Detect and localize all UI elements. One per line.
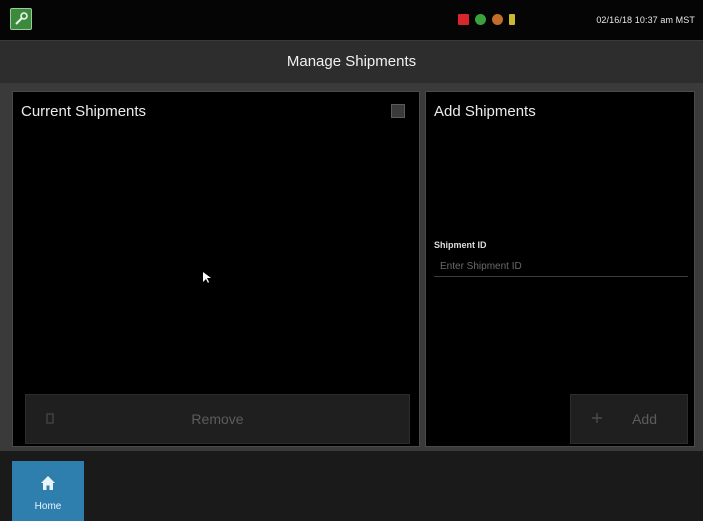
main-area: Current Shipments Remove Add Shipments S… [0, 83, 703, 451]
add-shipments-panel: Add Shipments Shipment ID Add [425, 91, 695, 447]
pointer-icon [203, 272, 211, 283]
signal-icon [509, 14, 515, 25]
add-shipments-title: Add Shipments [434, 103, 536, 120]
page-title: Manage Shipments [286, 53, 417, 70]
title-bar: Manage Shipments [0, 40, 703, 84]
home-button[interactable]: Home [12, 461, 84, 521]
remove-button-label: Remove [191, 411, 244, 427]
plus-icon [592, 413, 602, 423]
alert-icon [458, 14, 469, 25]
bottom-nav: Home [0, 451, 703, 521]
add-button-label: Add [632, 411, 657, 427]
wrench-icon[interactable] [10, 8, 32, 30]
current-shipments-title: Current Shipments [21, 103, 147, 120]
shipment-id-label: Shipment ID [434, 240, 487, 250]
select-all-checkbox[interactable] [391, 104, 405, 118]
add-button[interactable]: Add [570, 394, 688, 444]
current-shipments-panel: Current Shipments Remove [12, 91, 420, 447]
home-icon [41, 476, 55, 490]
status-bar: 02/16/18 10:37 am MST [0, 0, 703, 40]
gps-icon [475, 14, 486, 25]
remove-button[interactable]: Remove [25, 394, 410, 444]
home-label: Home [34, 501, 62, 512]
shipment-id-input[interactable] [434, 256, 688, 277]
status-datetime: 02/16/18 10:37 am MST [596, 15, 695, 25]
network-icon [492, 14, 503, 25]
